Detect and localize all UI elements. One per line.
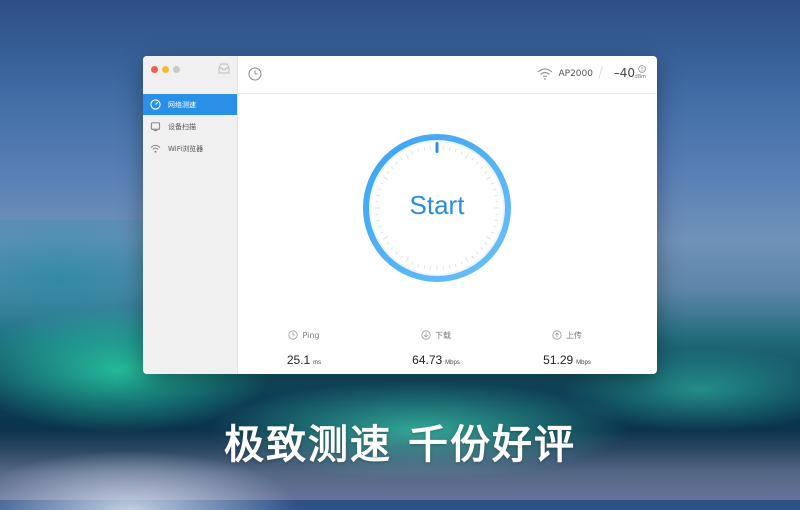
speedometer-icon	[149, 99, 161, 111]
ping-stat: Ping 25.1ms	[234, 328, 374, 369]
upload-icon	[552, 330, 562, 340]
sidebar-item-wifi-browser[interactable]: WiFi浏览器	[143, 138, 237, 159]
start-button[interactable]: Start	[359, 190, 515, 221]
upload-stat: 上传 51.29Mbps	[497, 328, 637, 369]
minimize-window-button[interactable]	[162, 66, 169, 73]
promo-slogan: 极致测速 千份好评	[0, 412, 800, 470]
download-icon	[421, 330, 431, 340]
access-point-name: AP2000	[559, 69, 594, 79]
stat-value: 64.73	[412, 353, 442, 367]
toolbar: AP2000 / –40 dBm	[238, 56, 657, 94]
sidebar-item-speed-test[interactable]: 网络测速	[143, 94, 237, 115]
clock-icon	[288, 330, 298, 340]
sidebar-item-label: WiFi浏览器	[168, 144, 203, 154]
divider: /	[598, 65, 603, 81]
sidebar-item-device-scan[interactable]: 设备扫描	[143, 116, 237, 137]
app-window: 网络测速 设备扫描 WiFi浏览器	[143, 56, 657, 374]
close-window-button[interactable]	[151, 66, 158, 73]
stat-unit: Mbps	[445, 360, 460, 366]
zoom-window-button[interactable]	[173, 66, 180, 73]
signal-strength-value: –40	[614, 66, 635, 80]
sidebar: 网络测速 设备扫描 WiFi浏览器	[143, 56, 238, 374]
stat-value: 51.29	[543, 353, 573, 367]
sidebar-nav: 网络测速 设备扫描 WiFi浏览器	[143, 94, 237, 160]
sidebar-item-label: 网络测速	[168, 100, 196, 110]
stat-unit: Mbps	[576, 360, 591, 366]
wifi-browser-icon	[149, 143, 161, 155]
stat-value: 25.1	[287, 353, 310, 367]
signal-strength-unit: dBm	[635, 74, 646, 80]
wifi-signal-icon	[537, 68, 553, 80]
stat-label: Ping	[302, 331, 319, 340]
download-stat: 下载 64.73Mbps	[366, 328, 506, 369]
device-scan-icon	[149, 121, 161, 133]
info-icon[interactable]	[638, 65, 646, 73]
stat-label: 上传	[566, 330, 582, 341]
stat-unit: ms	[313, 360, 321, 366]
speed-stats: Ping 25.1ms 下载 64.73Mbps 上传 51.29Mbps	[238, 328, 657, 374]
history-clock-icon[interactable]	[248, 67, 262, 81]
sidebar-item-label: 设备扫描	[168, 122, 196, 132]
gauge-needle	[436, 142, 439, 153]
stat-label: 下载	[435, 330, 451, 341]
inbox-icon[interactable]	[217, 63, 231, 75]
